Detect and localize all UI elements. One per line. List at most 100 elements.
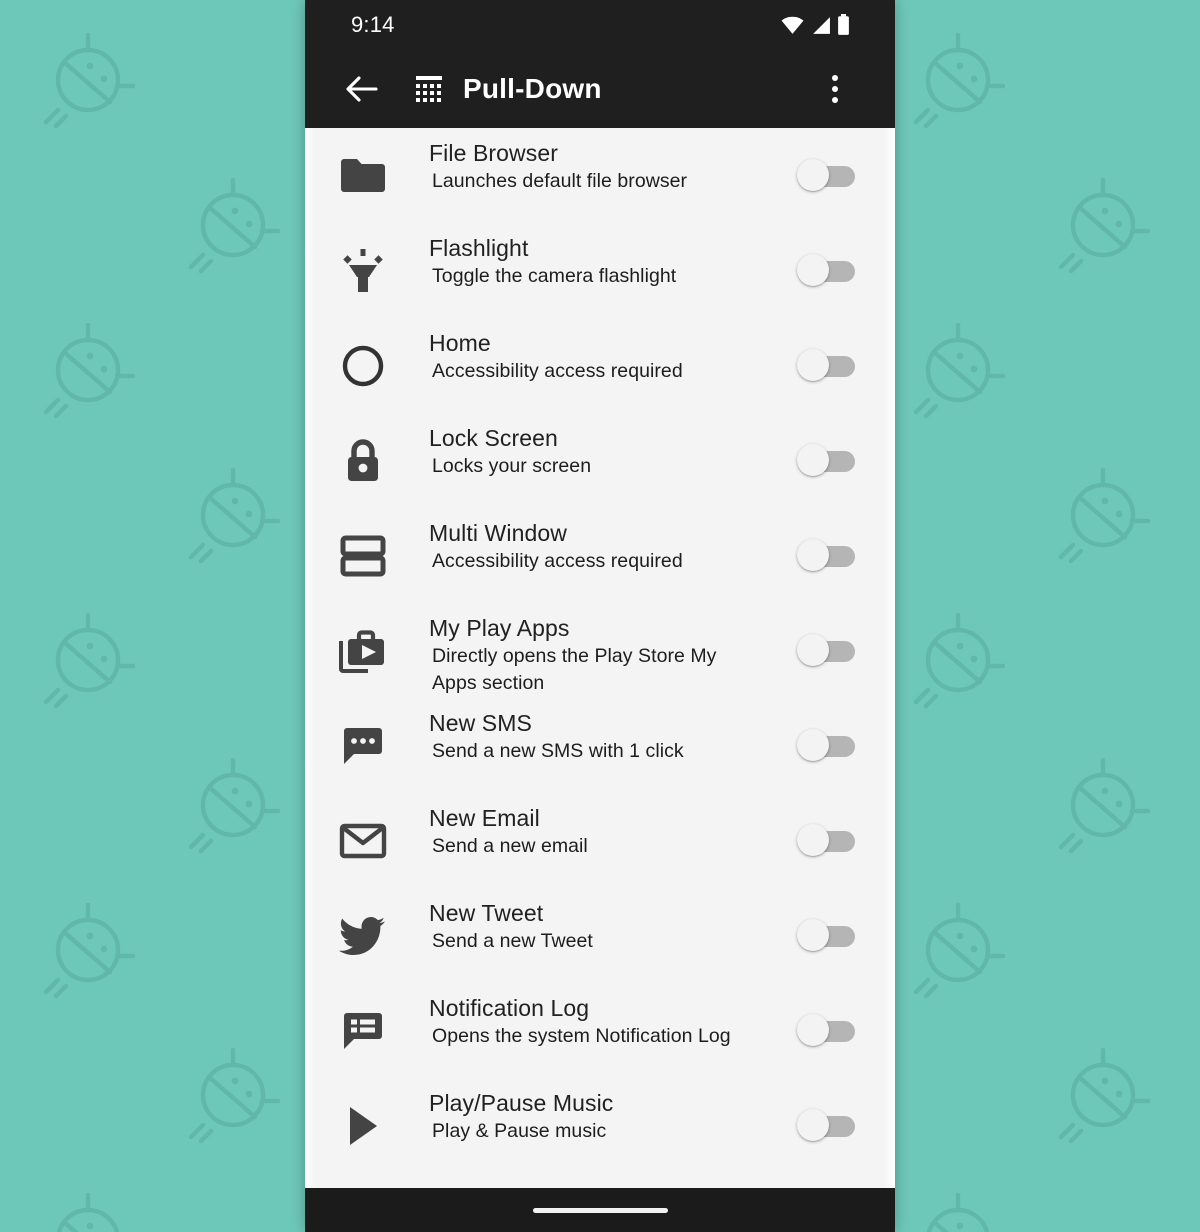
list-item-switch-container [797, 823, 883, 856]
list-item[interactable]: Notification Log Opens the system Notifi… [315, 983, 883, 1078]
list-item-text: Power Menu [393, 1173, 789, 1188]
list-item[interactable]: Lock Screen Locks your screen [315, 413, 883, 508]
toggle-thumb [797, 253, 829, 286]
app-bar: Pull-Down [305, 50, 895, 128]
play-triangle-icon [333, 1104, 393, 1148]
list-item-subtitle: Send a new Tweet [432, 930, 593, 952]
circle-home-icon [333, 344, 393, 388]
list-item-title: Flashlight [429, 235, 529, 261]
list-item-subtitle: Directly opens the Play Store My Apps se… [432, 645, 717, 694]
toggle-switch[interactable] [797, 348, 855, 381]
list-item-subtitle: Send a new email [432, 835, 588, 857]
list-item[interactable]: Power Menu [315, 1173, 883, 1188]
list-item-switch-container [797, 1013, 883, 1046]
list-item[interactable]: Multi Window Accessibility access requir… [315, 508, 883, 603]
toggle-thumb [797, 728, 829, 761]
list-item-title: File Browser [429, 140, 559, 166]
list-item[interactable]: New SMS Send a new SMS with 1 click [315, 698, 883, 793]
toggle-thumb [797, 158, 829, 191]
list-item-text: New Tweet Send a new Tweet [393, 888, 789, 955]
list-item-text: Lock Screen Locks your screen [393, 413, 789, 480]
status-bar-icons [780, 14, 851, 36]
list-item-subtitle: Launches default file browser [432, 170, 688, 192]
wifi-icon [781, 16, 804, 34]
list-item-switch-container [797, 728, 883, 761]
list-item-switch-container [797, 443, 883, 476]
folder-icon [333, 156, 393, 196]
status-bar-clock: 9:14 [351, 12, 395, 37]
list-item-subtitle: Locks your screen [432, 455, 592, 477]
toggle-switch[interactable] [797, 253, 855, 286]
list-item-title: My Play Apps [429, 615, 570, 641]
shortcut-list[interactable]: File Browser Launches default file brows… [305, 128, 895, 1188]
dot-grid-icon [411, 71, 447, 107]
gesture-home-handle[interactable] [532, 1207, 668, 1213]
toggle-thumb [797, 348, 829, 381]
list-item-subtitle: Accessibility access required [432, 550, 683, 572]
list-item-title: New Tweet [429, 900, 544, 926]
list-item-text: My Play Apps Directly opens the Play Sto… [393, 603, 789, 697]
toggle-switch[interactable] [797, 158, 855, 191]
list-item[interactable]: File Browser Launches default file brows… [315, 128, 883, 223]
toggle-switch[interactable] [797, 1108, 855, 1141]
toggle-thumb [797, 1108, 829, 1141]
toggle-switch[interactable] [797, 823, 855, 856]
toggle-thumb [797, 633, 829, 666]
phone-screen: 9:14 Pull-Down File Browser Launches def… [305, 0, 895, 1232]
twitter-bird-icon [333, 915, 393, 957]
back-arrow-icon [346, 76, 378, 102]
overflow-dot [832, 75, 838, 81]
page-title: Pull-Down [463, 73, 602, 104]
list-item-text: Notification Log Opens the system Notifi… [393, 983, 789, 1050]
list-item-switch-container [797, 253, 883, 286]
list-item-title: New SMS [429, 710, 532, 736]
desktop-wallpaper: 9:14 Pull-Down File Browser Launches def… [0, 0, 1200, 1232]
back-button[interactable] [335, 62, 389, 116]
list-item-text: New SMS Send a new SMS with 1 click [393, 698, 789, 765]
system-navigation-bar [305, 1188, 895, 1232]
overflow-menu-icon[interactable] [811, 62, 859, 116]
list-item-title: Home [429, 330, 491, 356]
list-item-text: Multi Window Accessibility access requir… [393, 508, 789, 575]
list-item-subtitle: Toggle the camera flashlight [432, 265, 677, 287]
list-item-text: Play/Pause Music Play & Pause music [393, 1078, 789, 1145]
cellular-signal-icon [813, 16, 830, 34]
toggle-switch[interactable] [797, 1013, 855, 1046]
list-item-switch-container [797, 348, 883, 381]
notification-log-icon [333, 1010, 393, 1052]
lock-icon [333, 438, 393, 484]
list-item[interactable]: New Tweet Send a new Tweet [315, 888, 883, 983]
toggle-thumb [797, 1013, 829, 1046]
split-screen-icon [333, 535, 393, 577]
list-item-title: Lock Screen [429, 425, 558, 451]
list-item-text: Home Accessibility access required [393, 318, 789, 385]
list-item-switch-container [797, 633, 883, 666]
sms-bubble-icon [333, 725, 393, 767]
envelope-icon [333, 822, 393, 860]
toggle-switch[interactable] [797, 918, 855, 951]
list-item-subtitle: Play & Pause music [432, 1120, 607, 1142]
battery-icon [838, 14, 849, 35]
list-item[interactable]: Flashlight Toggle the camera flashlight [315, 223, 883, 318]
list-item[interactable]: New Email Send a new email [315, 793, 883, 888]
list-item-title: Multi Window [429, 520, 567, 546]
list-item-text: File Browser Launches default file brows… [393, 128, 789, 195]
list-item-switch-container [797, 1108, 883, 1141]
list-item-text: New Email Send a new email [393, 793, 789, 860]
list-item-subtitle: Accessibility access required [432, 360, 683, 382]
toggle-switch[interactable] [797, 538, 855, 571]
list-item[interactable]: My Play Apps Directly opens the Play Sto… [315, 603, 883, 698]
toggle-switch[interactable] [797, 633, 855, 666]
list-item[interactable]: Home Accessibility access required [315, 318, 883, 413]
list-item[interactable]: Play/Pause Music Play & Pause music [315, 1078, 883, 1173]
list-item-subtitle: Send a new SMS with 1 click [432, 740, 684, 762]
toggle-thumb [797, 823, 829, 856]
overflow-dot [832, 86, 838, 92]
list-item-switch-container [797, 918, 883, 951]
list-item-switch-container [797, 158, 883, 191]
toggle-switch[interactable] [797, 728, 855, 761]
toggle-switch[interactable] [797, 443, 855, 476]
play-store-bag-icon [333, 627, 393, 675]
toggle-thumb [797, 918, 829, 951]
list-item-switch-container [797, 538, 883, 571]
